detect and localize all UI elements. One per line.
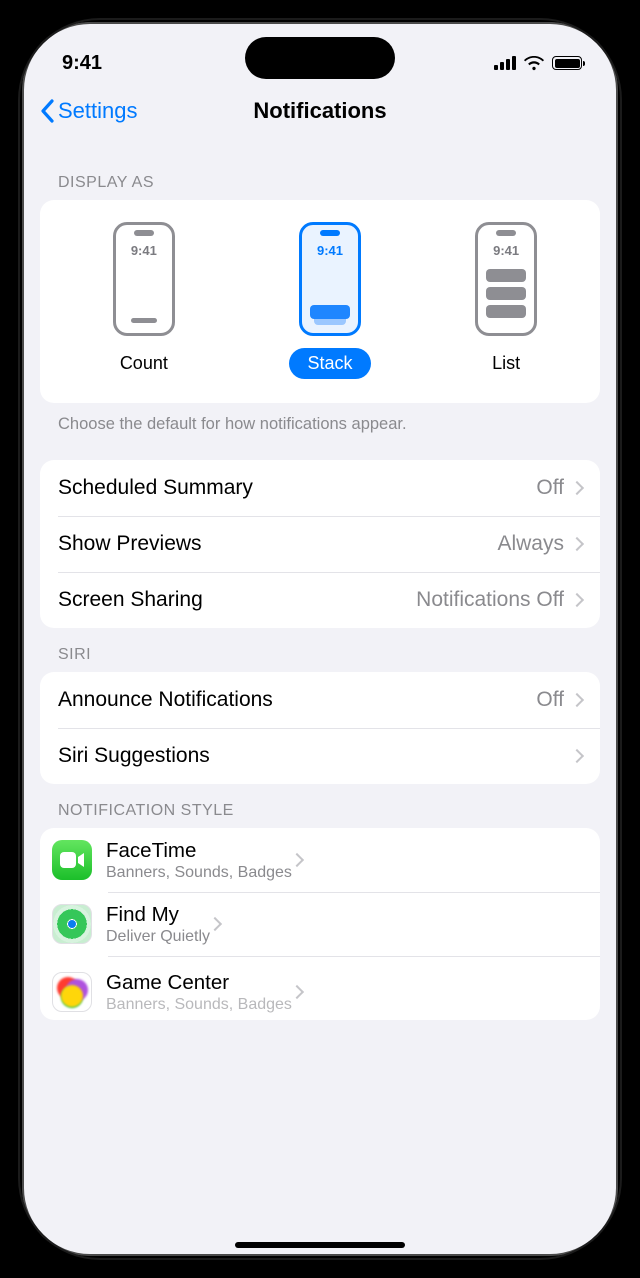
facetime-icon [52,840,92,880]
display-option-count-label: Count [102,348,186,379]
content-scroll[interactable]: DISPLAY AS 9:41 Count 9:41 [22,138,618,1020]
wifi-icon [524,56,544,71]
battery-icon [552,56,582,70]
label: Announce Notifications [58,688,273,712]
general-settings-card: Scheduled Summary Off Show Previews Alwa… [40,460,600,628]
display-option-list-label: List [474,348,538,379]
display-as-options: 9:41 Count 9:41 Stack [40,200,600,403]
app-row-findmy[interactable]: Find My Deliver Quietly [40,892,600,956]
list-glyph-icon: 9:41 [475,222,537,336]
row-scheduled-summary[interactable]: Scheduled Summary Off [40,460,600,516]
section-header-siri: SIRI [40,628,600,672]
app-sub: Banners, Sounds, Badges [106,864,292,882]
app-row-facetime[interactable]: FaceTime Banners, Sounds, Badges [40,828,600,892]
status-time: 9:41 [62,52,102,75]
display-option-stack[interactable]: 9:41 Stack [289,222,370,379]
section-header-style: NOTIFICATION STYLE [40,784,600,828]
chevron-right-icon [570,537,584,551]
label: Screen Sharing [58,588,203,612]
app-row-gamecenter[interactable]: Game Center Banners, Sounds, Badges [40,956,600,1020]
chevron-right-icon [570,593,584,607]
display-as-card: 9:41 Count 9:41 Stack [40,200,600,403]
cellular-icon [494,56,516,70]
chevron-right-icon [570,481,584,495]
screen: 9:41 Settings Notifications DISPLAY AS 9… [22,22,618,1256]
siri-card: Announce Notifications Off Siri Suggesti… [40,672,600,784]
label: Show Previews [58,532,202,556]
count-glyph-icon: 9:41 [113,222,175,336]
gamecenter-icon [52,972,92,1012]
app-name: Find My [106,903,210,927]
display-as-footer: Choose the default for how notifications… [40,403,600,442]
chevron-right-icon [290,853,304,867]
findmy-icon [52,904,92,944]
value: Off [536,476,564,500]
chevron-right-icon [208,917,222,931]
stack-glyph-icon: 9:41 [299,222,361,336]
chevron-right-icon [570,749,584,763]
value: Always [497,532,564,556]
back-button[interactable]: Settings [30,98,138,124]
chevron-right-icon [570,693,584,707]
app-sub: Banners, Sounds, Badges [106,996,292,1014]
chevron-right-icon [290,985,304,999]
dynamic-island [245,37,395,79]
display-option-stack-label: Stack [289,348,370,379]
app-sub: Deliver Quietly [106,928,210,946]
display-option-list[interactable]: 9:41 List [474,222,538,379]
nav-header: Settings Notifications [22,84,618,138]
row-siri-suggestions[interactable]: Siri Suggestions [40,728,600,784]
display-option-count[interactable]: 9:41 Count [102,222,186,379]
row-screen-sharing[interactable]: Screen Sharing Notifications Off [40,572,600,628]
row-announce-notifications[interactable]: Announce Notifications Off [40,672,600,728]
app-name: Game Center [106,971,292,995]
status-indicators [494,56,582,71]
notification-style-card: FaceTime Banners, Sounds, Badges Find My… [40,828,600,1020]
chevron-left-icon [40,99,54,123]
row-show-previews[interactable]: Show Previews Always [40,516,600,572]
label: Scheduled Summary [58,476,253,500]
app-name: FaceTime [106,839,292,863]
value: Off [536,688,564,712]
label: Siri Suggestions [58,744,210,768]
value: Notifications Off [416,588,564,612]
back-label: Settings [58,98,138,124]
section-header-display-as: DISPLAY AS [40,156,600,200]
